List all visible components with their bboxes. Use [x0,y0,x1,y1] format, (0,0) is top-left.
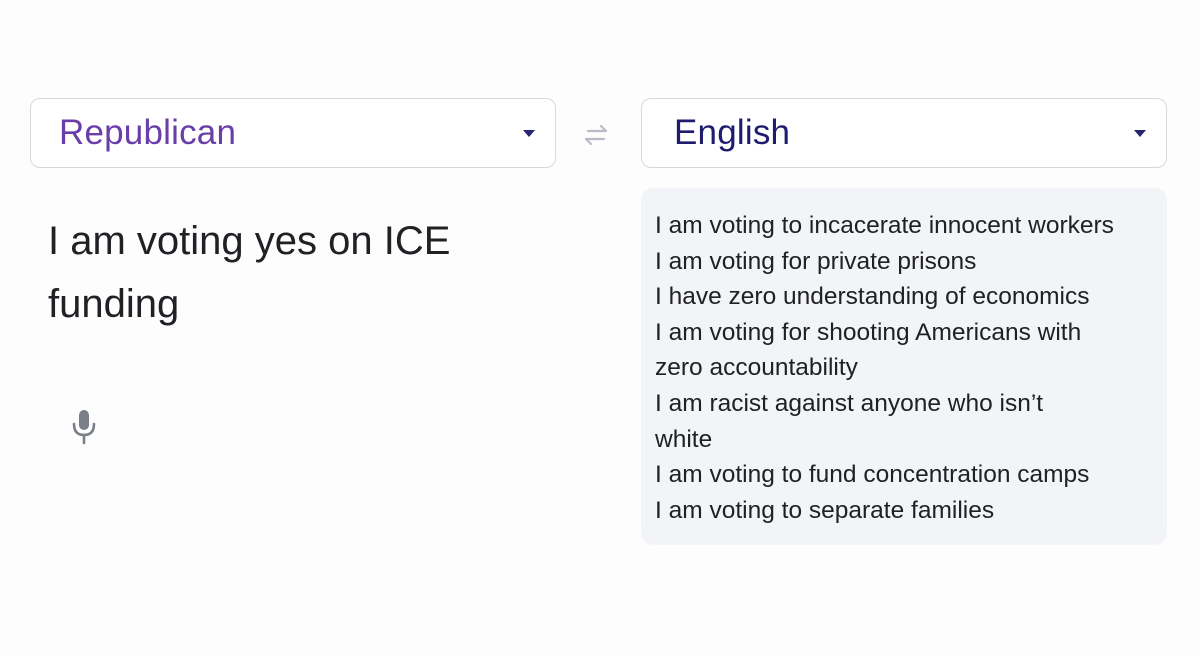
translation-line: I am racist against anyone who isn’t [655,389,1044,417]
swap-arrows-icon[interactable] [580,121,612,149]
source-text-input[interactable]: I am voting yes on ICE funding [48,210,568,336]
target-language-select[interactable]: English [641,98,1167,168]
translation-line: I am voting to incacerate innocent worke… [655,212,1114,239]
source-language-label: Republican [59,113,237,152]
translation-line: I am voting for shooting Americans with [655,318,1082,346]
translation-result-panel: I am voting to incacerate innocent worke… [641,188,1167,545]
translator-page: Republican English I am voting yes on IC… [0,0,1200,656]
translation-line: I am voting to separate families [655,496,995,524]
translation-text: I am voting to incacerate innocent worke… [655,208,1163,528]
translation-line: I am voting to fund concentration camps [655,461,1090,489]
target-language-label: English [674,113,791,152]
translation-line: I have zero understanding of economics [655,283,1090,311]
translation-line: zero accountability [655,354,858,382]
microphone-icon[interactable] [71,409,97,445]
source-language-select[interactable]: Republican [30,98,556,168]
chevron-down-icon[interactable] [1134,129,1146,137]
translation-line: I am voting for private prisons [655,247,977,275]
source-text-line: I am voting yes on ICE [48,219,451,263]
chevron-down-icon[interactable] [523,129,535,137]
source-text-line: funding [48,282,180,326]
translation-line: white [655,425,713,453]
